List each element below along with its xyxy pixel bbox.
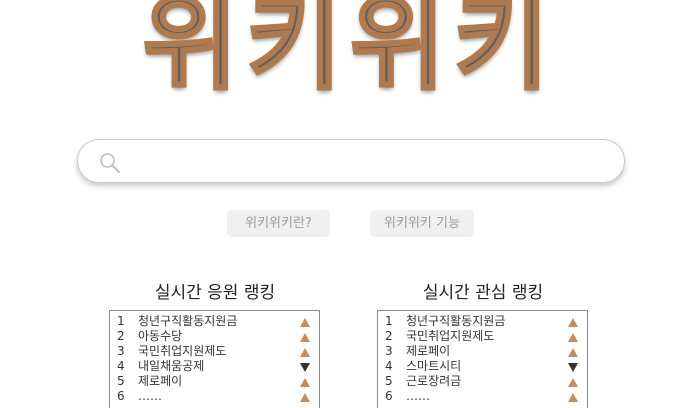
search-input[interactable] (132, 146, 602, 176)
rank-number: 5 (117, 374, 125, 388)
trend-up-icon (300, 318, 310, 327)
ranking-item[interactable]: 1 청년구직활동지원금 (110, 314, 319, 329)
rank-number: 4 (117, 359, 125, 373)
trend-down-icon (568, 363, 578, 372)
rank-number: 6 (117, 389, 125, 403)
ranking-item[interactable]: 1 청년구직활동지원금 (378, 314, 587, 329)
ranking-item[interactable]: 6 …… (378, 389, 587, 404)
rank-name[interactable]: 청년구직활동지원금 (406, 314, 505, 329)
support-ranking-list: 1 청년구직활동지원금 2 아동수당 3 국민취업지원제도 4 내일채움공제 5 제로페이… (109, 310, 320, 408)
trend-up-icon (568, 318, 578, 327)
rank-name[interactable]: 아동수당 (138, 329, 182, 344)
ranking-item[interactable]: 3 제로페이 (378, 344, 587, 359)
rank-name[interactable]: 내일채움공제 (138, 359, 204, 374)
rank-number: 1 (385, 314, 393, 328)
trend-up-icon (568, 348, 578, 357)
rank-number: 5 (385, 374, 393, 388)
trend-up-icon (300, 393, 310, 402)
trend-up-icon (300, 348, 310, 357)
search-icon (98, 151, 122, 175)
trend-up-icon (300, 378, 310, 387)
rank-name[interactable]: 제로페이 (406, 344, 450, 359)
interest-ranking-list: 1 청년구직활동지원금 2 국민취업지원제도 3 제로페이 4 스마트시티 5 근로장려금… (377, 310, 588, 408)
rank-number: 6 (385, 389, 393, 403)
rank-number: 2 (117, 329, 125, 343)
ranking-item[interactable]: 5 근로장려금 (378, 374, 587, 389)
rank-number: 4 (385, 359, 393, 373)
rank-name[interactable]: 제로페이 (138, 374, 182, 389)
ranking-item[interactable]: 4 내일채움공제 (110, 359, 319, 374)
site-logo: 위키위키 (141, 0, 558, 106)
rank-name[interactable]: 국민취업지원제도 (138, 344, 226, 359)
ranking-item[interactable]: 4 스마트시티 (378, 359, 587, 374)
rank-name[interactable]: …… (138, 389, 162, 404)
rank-name[interactable]: 스마트시티 (406, 359, 461, 374)
rank-number: 3 (117, 344, 125, 358)
rank-name[interactable]: 국민취업지원제도 (406, 329, 494, 344)
rank-number: 1 (117, 314, 125, 328)
rank-name[interactable]: 근로장려금 (406, 374, 461, 389)
search-bar[interactable] (77, 139, 625, 183)
ranking-item[interactable]: 5 제로페이 (110, 374, 319, 389)
support-ranking-title: 실시간 응원 랭킹 (154, 283, 276, 303)
ranking-item[interactable]: 2 아동수당 (110, 329, 319, 344)
wiki-features-button[interactable]: 위키위키 기능 (370, 210, 474, 237)
interest-ranking-title: 실시간 관심 랭킹 (422, 283, 544, 303)
rank-name[interactable]: 청년구직활동지원금 (138, 314, 237, 329)
trend-up-icon (568, 393, 578, 402)
rank-number: 2 (385, 329, 393, 343)
trend-up-icon (568, 333, 578, 342)
trend-down-icon (300, 363, 310, 372)
what-is-wiki-button[interactable]: 위키위키란? (227, 210, 330, 237)
ranking-item[interactable]: 6 …… (110, 389, 319, 404)
rank-number: 3 (385, 344, 393, 358)
ranking-item[interactable]: 2 국민취업지원제도 (378, 329, 587, 344)
ranking-item[interactable]: 3 국민취업지원제도 (110, 344, 319, 359)
trend-up-icon (568, 378, 578, 387)
rank-name[interactable]: …… (406, 389, 430, 404)
trend-up-icon (300, 333, 310, 342)
